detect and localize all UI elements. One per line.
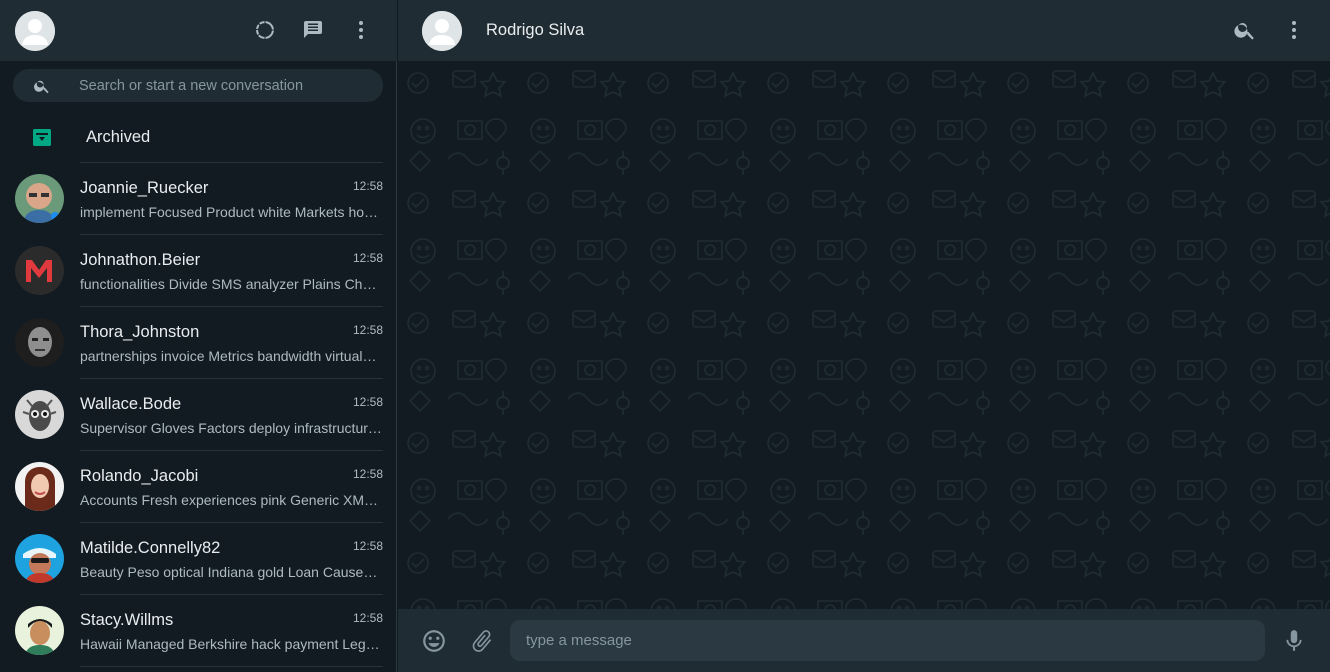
chat-time: 12:58 [352,611,383,625]
avatar [15,246,64,295]
chat-preview: Accounts Fresh experiences pink Generic … [80,492,383,508]
chat-time: 12:58 [352,251,383,265]
contact-avatar[interactable] [422,11,462,51]
new-chat-icon[interactable] [301,18,325,42]
divider [80,666,383,667]
message-input[interactable] [510,620,1265,661]
search-icon[interactable] [1233,18,1257,42]
menu-dots-icon[interactable] [349,18,373,42]
user-silhouette-icon [15,11,55,51]
avatar [15,462,64,511]
attach-icon[interactable] [469,628,495,654]
chat-name: Rolando_Jacobi [80,467,199,485]
chat-name: Joannie_Ruecker [80,179,209,197]
chat-time: 12:58 [352,323,383,337]
sidebar-header [0,0,397,61]
search-bar [13,69,383,102]
avatar [15,390,64,439]
chat-time: 12:58 [352,467,383,481]
message-composer [398,609,1330,672]
chat-item[interactable]: Matilde.Connelly82 12:58 Beauty Peso opt… [0,523,397,595]
conversation-panel: Rodrigo Silva [398,0,1330,672]
chat-item[interactable]: Thora_Johnston 12:58 partnerships invoic… [0,307,397,379]
chat-preview: Beauty Peso optical Indiana gold Loan Ca… [80,564,378,580]
mic-icon[interactable] [1281,628,1307,654]
chat-name: Wallace.Bode [80,395,182,413]
message-area [398,61,1330,609]
contact-name[interactable]: Rodrigo Silva [486,21,584,40]
chat-list: Joannie_Ruecker 12:58 implement Focused … [0,163,397,667]
avatar [15,174,64,223]
menu-dots-icon[interactable] [1282,18,1306,42]
user-silhouette-icon [422,11,462,51]
avatar [15,534,64,583]
avatar [15,606,64,655]
conversation-header: Rodrigo Silva [398,0,1330,61]
chat-preview: implement Focused Product white Markets … [80,204,383,220]
search-input[interactable] [79,69,369,102]
chat-name: Stacy.Willms [80,611,174,629]
chat-preview: functionalities Divide SMS analyzer Plai… [80,276,383,292]
doodle-background [398,61,1330,609]
chat-preview: partnerships invoice Metrics bandwidth v… [80,348,377,364]
chat-name: Johnathon.Beier [80,251,201,269]
avatar [15,318,64,367]
chat-time: 12:58 [352,179,383,193]
archived-row[interactable]: Archived [0,112,397,162]
chat-item[interactable]: Stacy.Willms 12:58 Hawaii Managed Berksh… [0,595,397,667]
emoji-icon[interactable] [421,628,447,654]
chat-sidebar: Archived Joannie_Ruecker 12:58 implement… [0,0,397,672]
chat-preview: Hawaii Managed Berkshire hack payment Le… [80,636,380,652]
search-icon[interactable] [33,77,51,95]
chat-item[interactable]: Johnathon.Beier 12:58 functionalities Di… [0,235,397,307]
archived-label: Archived [86,128,151,146]
chat-item[interactable]: Wallace.Bode 12:58 Supervisor Gloves Fac… [0,379,397,451]
chat-item[interactable]: Rolando_Jacobi 12:58 Accounts Fresh expe… [0,451,397,523]
chat-name: Matilde.Connelly82 [80,539,221,557]
chat-item[interactable]: Joannie_Ruecker 12:58 implement Focused … [0,163,397,235]
archive-icon [33,129,51,146]
chat-time: 12:58 [352,395,383,409]
chat-time: 12:58 [352,539,383,553]
status-icon[interactable] [253,18,277,42]
chat-name: Thora_Johnston [80,323,200,341]
chat-preview: Supervisor Gloves Factors deploy infrast… [80,420,382,436]
user-avatar[interactable] [15,11,55,51]
